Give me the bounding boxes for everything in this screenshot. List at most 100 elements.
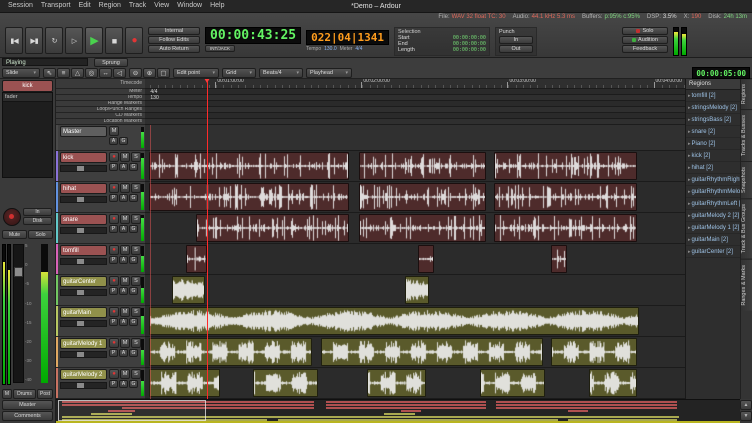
track-lanes[interactable] [145,125,686,399]
lane-guitarmelody-1[interactable] [145,337,686,368]
mute-button[interactable]: M [120,369,130,379]
expander-icon[interactable]: ▸ [688,213,691,219]
group-button[interactable]: G [129,318,138,326]
playhead[interactable] [207,78,208,399]
scroll-up-button[interactable]: ▲ [740,400,752,410]
region-snare-1[interactable] [359,214,486,242]
group-button[interactable]: G [129,225,138,233]
solo-button[interactable]: Solo [622,27,668,35]
zoom-focus-dropdown[interactable]: Playhead▾ [306,68,352,78]
region-list-item-kick-2[interactable]: ▸kick [2] [686,150,741,162]
playlist-button[interactable]: P [109,318,118,326]
group-button[interactable]: Drums [13,389,36,399]
region-guitarcenter-1[interactable] [405,276,429,304]
region-list-item-hihat-2[interactable]: ▸hihat [2] [686,162,741,174]
region-kick-0[interactable] [149,152,349,180]
region-guitarmelody-2-1[interactable] [253,369,318,397]
track-fader-slider[interactable] [60,258,107,265]
region-tomfill-2[interactable] [551,245,567,273]
play-selection-button[interactable]: ▷ [65,27,83,54]
slider-handle[interactable] [77,383,84,388]
loop-button[interactable]: ↻ [45,27,63,54]
secondary-clock[interactable]: 022|04|1341 [306,30,389,45]
region-guitarmelody-1-0[interactable] [149,338,311,366]
track-header-guitarcenter[interactable]: guitarCenter●MSPAG [55,275,145,306]
group-button[interactable]: G [129,256,138,264]
menu-edit[interactable]: Edit [75,0,95,12]
slider-handle[interactable] [77,290,84,295]
track-header-guitarmelody-1[interactable]: guitarMelody 1●MSPAG [55,337,145,368]
side-tab-snapshots[interactable]: Snapshots [741,161,752,198]
mute-button[interactable]: M [120,183,130,193]
monitor-input-button[interactable]: In [23,208,52,216]
track-fader-slider[interactable] [60,351,107,358]
track-header-guitarmelody-2[interactable]: guitarMelody 2●MSPAG [55,368,145,399]
mute-button[interactable]: M [120,307,130,317]
processor-fader[interactable]: fader [3,93,52,102]
automation-button[interactable]: A [119,194,128,202]
edit-mode-dropdown[interactable]: Slide▾ [2,68,40,78]
mixer-track-name[interactable]: kick [2,80,53,92]
track-fader-slider[interactable] [60,227,107,234]
lane-guitarmelody-2[interactable] [145,368,686,399]
solo-button-strip[interactable]: Solo [28,230,53,239]
track-name-button[interactable]: kick [60,152,107,163]
rec-enable-button[interactable]: ● [109,183,119,193]
region-guitarmelody-2-2[interactable] [367,369,427,397]
solo-button[interactable]: S [131,152,141,162]
side-tab-track-bus-groups[interactable]: Track & Bus Groups [741,198,752,258]
track-name-button[interactable]: guitarCenter [60,276,107,287]
expander-icon[interactable]: ▸ [688,117,691,123]
solo-button[interactable]: S [131,183,141,193]
region-snare-0[interactable] [196,214,349,242]
expander-icon[interactable]: ▸ [688,237,691,243]
fader-handle[interactable] [14,267,23,277]
rec-enable-button[interactable]: ● [109,307,119,317]
snap-unit-dropdown[interactable]: Beats/4▾ [259,68,303,78]
lane-hihat[interactable] [145,182,686,213]
summary-pane[interactable] [55,399,740,423]
region-guitarmelody-2-0[interactable] [149,369,219,397]
feedback-button[interactable]: Feedback [622,45,668,53]
track-fader-slider[interactable] [60,382,107,389]
region-guitarmelody-2-3[interactable] [480,369,545,397]
tool-timefx-button[interactable]: ↔ [99,68,112,78]
rec-enable-button[interactable]: ● [109,338,119,348]
automation-button[interactable]: A [109,137,118,145]
region-guitarmain-0[interactable] [149,307,639,335]
region-guitarcenter-0[interactable] [172,276,204,304]
punch-in-button[interactable]: In [499,36,533,44]
playlist-button[interactable]: P [109,194,118,202]
ruler-rows[interactable]: 00:01:00:0000:02:00:0000:03:00:0000:04:0… [145,78,686,125]
track-name-button[interactable]: Master [60,126,107,137]
playlist-button[interactable]: P [109,256,118,264]
mute-button[interactable]: M [120,338,130,348]
punch-out-button[interactable]: Out [499,45,533,53]
lane-snare[interactable] [145,213,686,244]
audition-button[interactable]: Audition [622,36,668,44]
region-guitarmelody-1-2[interactable] [551,338,638,366]
playlist-button[interactable]: P [109,225,118,233]
rec-enable-button[interactable]: ● [109,276,119,286]
tool-gain-button[interactable]: △ [71,68,84,78]
group-button[interactable]: G [129,349,138,357]
region-guitarmelody-1-1[interactable] [321,338,543,366]
track-name-button[interactable]: guitarMelody 1 [60,338,107,349]
zoom-fit-button[interactable]: ▢ [157,68,170,78]
auto-return-button[interactable]: Auto Return [148,45,200,53]
track-fader-slider[interactable] [60,320,107,327]
expander-icon[interactable]: ▸ [688,141,691,147]
nudge-clock[interactable]: 00:00:05:00 [692,67,750,79]
solo-button[interactable]: S [131,307,141,317]
solo-button[interactable]: S [131,369,141,379]
rec-enable-button[interactable]: ● [109,369,119,379]
processor-box[interactable]: fader [2,92,53,178]
mute-button[interactable]: M [109,126,119,136]
region-list-item-guitarmelody-2-2[interactable]: ▸guitarMelody 2 [2] [686,210,741,222]
tool-object-button[interactable]: ⇖ [43,68,56,78]
expander-icon[interactable]: ▸ [688,189,691,195]
track-fader-slider[interactable] [60,196,107,203]
track-name-button[interactable]: guitarMain [60,307,107,318]
expander-icon[interactable]: ▸ [688,225,691,231]
track-name-button[interactable]: tomfill [60,245,107,256]
